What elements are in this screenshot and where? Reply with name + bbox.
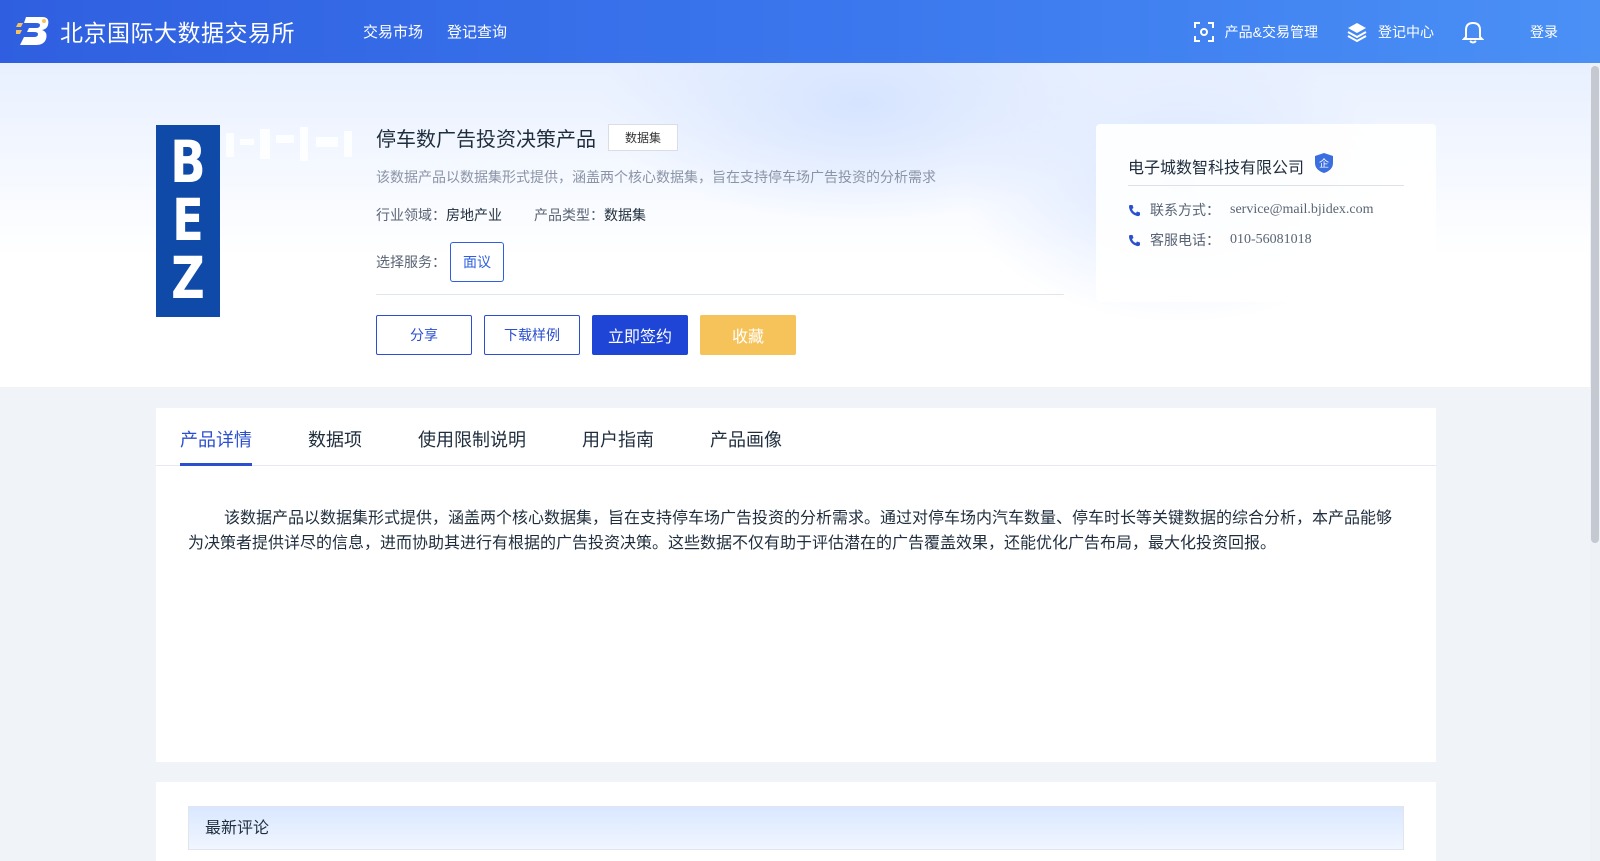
phone-label: 客服电话： (1150, 232, 1220, 248)
enterprise-badge-text: 企 (1319, 157, 1329, 170)
company-name[interactable]: 电子城数智科技有限公司 (1128, 154, 1304, 178)
industry-value: 房地产业 (446, 207, 502, 223)
right-nav: 产品&交易管理 登记中心 登录 (1193, 0, 1600, 63)
brand-logo[interactable]: 北京国际大数据交易所 (15, 14, 295, 48)
phone-row: 客服电话： 010-56081018 (1128, 230, 1312, 250)
company-divider (1128, 185, 1404, 186)
active-tab-indicator (180, 463, 252, 466)
bell-icon (1462, 21, 1484, 43)
service-option-negotiable[interactable]: 面议 (450, 242, 504, 282)
favorite-button[interactable]: 收藏 (700, 315, 796, 355)
product-type-tag: 数据集 (608, 124, 679, 151)
comments-section: 最新评论 (156, 782, 1436, 861)
product-detail-text: 该数据产品以数据集形式提供，涵盖两个核心数据集，旨在支持停车场广告投资的分析需求… (188, 510, 1393, 552)
detail-tabs: 产品详情 数据项 使用限制说明 用户指南 产品画像 (156, 408, 1436, 466)
nav-item-registry-query[interactable]: 登记查询 (447, 21, 507, 42)
tab-product-details[interactable]: 产品详情 (180, 426, 252, 452)
product-trade-management-label: 产品&交易管理 (1224, 23, 1318, 40)
industry-label: 行业领域： (376, 207, 446, 223)
tab-data-items[interactable]: 数据项 (308, 426, 362, 452)
tab-usage-restrictions[interactable]: 使用限制说明 (418, 426, 526, 452)
company-card: 电子城数智科技有限公司 企 联系方式： service@mail.bjidex.… (1096, 124, 1436, 302)
comments-header: 最新评论 (188, 806, 1404, 850)
product-detail-panel: 产品详情 数据项 使用限制说明 用户指南 产品画像 该数据产品以数据集形式提供，… (156, 408, 1436, 762)
product-thumbnail: B E Z (156, 125, 354, 317)
contact-email[interactable]: service@mail.bjidex.com (1230, 202, 1374, 218)
product-meta: 行业领域：房地产业 产品类型：数据集 (376, 205, 646, 225)
product-title: 停车数广告投资决策产品 (376, 129, 596, 151)
thumbnail-logo: B E Z (156, 125, 220, 317)
contact-row: 联系方式： service@mail.bjidex.com (1128, 200, 1374, 220)
service-label: 选择服务： (376, 254, 446, 270)
product-title-row: 停车数广告投资决策产品 数据集 (376, 123, 679, 152)
contact-label: 联系方式： (1150, 202, 1220, 218)
company-name-row: 电子城数智科技有限公司 企 (1128, 152, 1334, 179)
download-sample-button[interactable]: 下载样例 (484, 315, 580, 355)
share-button[interactable]: 分享 (376, 315, 472, 355)
thumbnail-pattern (226, 127, 352, 161)
hero-divider (376, 294, 1064, 295)
nav-item-market[interactable]: 交易市场 (363, 21, 423, 42)
layers-icon (1347, 22, 1367, 42)
action-buttons: 分享 下载样例 立即签约 收藏 (376, 315, 796, 355)
top-bar: 北京国际大数据交易所 交易市场 登记查询 产品&交易管理 登记中心 登录 (0, 0, 1600, 63)
tab-product-portrait[interactable]: 产品画像 (710, 426, 782, 452)
login-button[interactable]: 登录 (1530, 22, 1558, 42)
scrollbar-thumb[interactable] (1591, 66, 1599, 543)
main-nav: 交易市场 登记查询 (363, 21, 507, 42)
product-type-label: 产品类型： (534, 207, 604, 223)
service-selector: 选择服务： 面议 (376, 242, 504, 282)
phone-number: 010-56081018 (1230, 232, 1312, 247)
tab-user-guide[interactable]: 用户指南 (582, 426, 654, 452)
brand-logo-icon (15, 15, 50, 47)
brand-name: 北京国际大数据交易所 (60, 21, 295, 47)
register-center-label: 登记中心 (1378, 23, 1434, 40)
product-description: 该数据产品以数据集形式提供，涵盖两个核心数据集，旨在支持停车场广告投资的分析需求 (376, 169, 936, 185)
product-trade-management-link[interactable]: 产品&交易管理 (1193, 21, 1318, 43)
enterprise-shield-icon: 企 (1314, 152, 1334, 179)
register-center-link[interactable]: 登记中心 (1346, 21, 1434, 43)
phone-icon (1129, 234, 1140, 246)
notification-button[interactable] (1462, 20, 1494, 44)
industry-field: 行业领域：房地产业 (376, 205, 502, 225)
phone-icon (1129, 204, 1140, 216)
product-type-field: 产品类型：数据集 (534, 205, 646, 225)
sign-now-button[interactable]: 立即签约 (592, 315, 688, 355)
product-type-value: 数据集 (604, 207, 646, 223)
scan-focus-icon (1193, 21, 1214, 42)
product-hero: B E Z 停车数广告投资决策产品 数据集 该数据产品以数据集形式提供，涵盖两个… (0, 63, 1590, 387)
